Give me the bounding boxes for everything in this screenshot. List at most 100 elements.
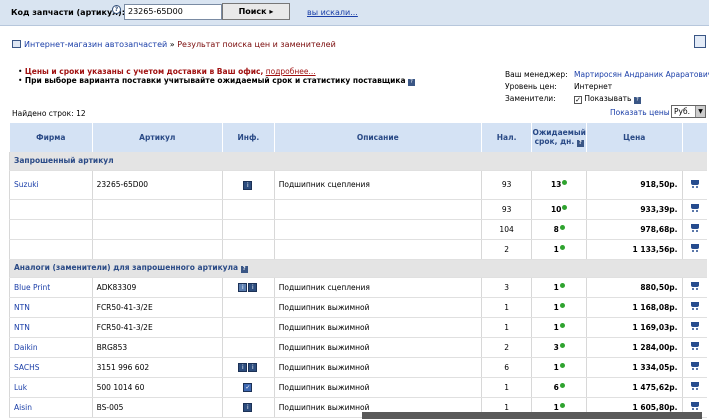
statistics-icon[interactable]: [559, 244, 565, 250]
cart-icon[interactable]: [690, 362, 700, 370]
statistics-icon[interactable]: [562, 180, 568, 185]
statistics-icon[interactable]: [559, 362, 565, 368]
description-cell: [273, 219, 482, 240]
term-cell: 10: [531, 199, 587, 220]
cart-icon[interactable]: [690, 302, 700, 310]
page-help-icon[interactable]: [694, 35, 706, 48]
cart-icon[interactable]: [690, 402, 700, 410]
currency-label: Показать цены в: [610, 108, 677, 117]
col-term[interactable]: Ожидаемый срок, дн. ?: [531, 123, 587, 152]
price-cell: 978,68р.: [585, 219, 683, 240]
article-value: BRG853: [96, 342, 128, 352]
cart-cell[interactable]: [681, 219, 707, 240]
firm-cell[interactable]: [9, 199, 93, 220]
cart-cell[interactable]: [681, 170, 707, 200]
price-value: 880,50р.: [640, 282, 678, 292]
table-row: 93 10 933,39р.: [9, 199, 707, 220]
statistics-icon[interactable]: [562, 204, 568, 210]
search-input[interactable]: 23265-65D00: [124, 4, 222, 20]
firm-cell[interactable]: NTN: [9, 297, 93, 318]
delivery-note: Цены и сроки указаны с учетом доставки в…: [24, 67, 264, 76]
description-cell: Подшипник выжимной: [273, 357, 482, 378]
search-label: Код запчасти (артикул):: [11, 8, 125, 17]
searched-link[interactable]: вы искали...: [307, 8, 358, 17]
cart-icon[interactable]: [690, 224, 700, 232]
firm-cell[interactable]: SACHS: [9, 357, 93, 378]
statistics-icon[interactable]: [559, 382, 565, 388]
firm-cell[interactable]: Blue Print: [9, 277, 93, 298]
firm-cell[interactable]: Aisin: [9, 397, 93, 418]
cart-cell[interactable]: [681, 277, 707, 298]
help-icon[interactable]: ?: [407, 79, 415, 86]
cart-icon[interactable]: [690, 204, 700, 212]
price-cell: 1 133,56р.: [585, 239, 683, 260]
statistics-icon[interactable]: [559, 342, 565, 348]
info-icon[interactable]: i: [248, 363, 258, 372]
info-icon[interactable]: i: [243, 403, 253, 412]
article-value: 3151 996 602: [96, 362, 150, 372]
section-row: Запрошенный артикул: [9, 152, 707, 171]
photo-icon[interactable]: i: [238, 283, 248, 292]
breadcrumb: Интернет-магазин автозапчастей » Результ…: [12, 40, 336, 49]
statistics-icon[interactable]: [559, 282, 565, 288]
currency-select[interactable]: Руб. ▼: [671, 105, 706, 118]
statistics-icon[interactable]: [559, 302, 565, 308]
section-title: Аналоги (заменители) для запрошенного ар…: [9, 259, 707, 278]
show-substitutes-checkbox[interactable]: ✓: [574, 96, 582, 104]
col-price[interactable]: Цена: [585, 123, 683, 152]
cart-cell[interactable]: [681, 199, 707, 220]
term-cell: 6: [531, 377, 587, 398]
cart-cell[interactable]: [681, 357, 707, 378]
cart-cell[interactable]: [681, 337, 707, 358]
cart-icon[interactable]: [690, 322, 700, 330]
price-value: 1 169,03р.: [632, 322, 678, 332]
firm-cell[interactable]: [9, 219, 93, 240]
table-row: Daikin BRG853 Подшипник выжимной 2 3 1 284,00…: [9, 337, 707, 358]
availability-value: 3: [504, 282, 509, 292]
availability-cell: 1: [480, 297, 532, 318]
help-icon[interactable]: ?: [112, 5, 121, 14]
cart-cell[interactable]: [681, 317, 707, 338]
firm-cell[interactable]: NTN: [9, 317, 93, 338]
statistics-icon[interactable]: [559, 402, 565, 408]
price-cell: 1 334,05р.: [585, 357, 683, 378]
help-icon[interactable]: ?: [633, 97, 641, 104]
cart-cell[interactable]: [681, 377, 707, 398]
availability-cell: 3: [480, 277, 532, 298]
firm-cell[interactable]: [9, 239, 93, 260]
availability-cell: 6: [480, 357, 532, 378]
cart-icon[interactable]: [690, 342, 700, 350]
info-icon[interactable]: i: [243, 180, 253, 190]
col-description[interactable]: Описание: [273, 123, 482, 152]
breadcrumb-root-link[interactable]: Интернет-магазин автозапчастей: [24, 40, 167, 49]
help-icon[interactable]: ?: [240, 266, 248, 273]
article-value: 23265-65D00: [96, 180, 149, 189]
search-bar: Код запчасти (артикул): ? 23265-65D00 По…: [0, 0, 709, 26]
col-availability[interactable]: Нал.: [480, 123, 532, 152]
cart-icon[interactable]: [690, 244, 700, 252]
info-icon[interactable]: i: [248, 283, 258, 292]
statistics-icon[interactable]: [559, 224, 565, 230]
statistics-icon[interactable]: [559, 322, 565, 328]
availability-cell: 104: [480, 219, 532, 240]
col-article[interactable]: Артикул: [91, 123, 223, 152]
article-value: BS-005: [96, 402, 124, 412]
checked-icon[interactable]: ✓: [243, 383, 253, 392]
cart-icon[interactable]: [690, 282, 700, 290]
details-link[interactable]: подробнее...: [266, 67, 316, 76]
term-value: 6: [553, 382, 559, 392]
availability-cell: 93: [480, 199, 532, 220]
cart-icon[interactable]: [690, 382, 700, 390]
firm-cell[interactable]: Suzuki: [9, 170, 93, 200]
info-icon[interactable]: i: [238, 363, 248, 372]
cart-cell[interactable]: [681, 297, 707, 318]
term-value: 1: [553, 302, 559, 312]
firm-cell[interactable]: Luk: [9, 377, 93, 398]
search-button[interactable]: Поиск ▸: [222, 3, 290, 20]
cart-cell[interactable]: [681, 239, 707, 260]
col-firm[interactable]: Фирма: [9, 123, 93, 152]
cart-icon[interactable]: [690, 179, 700, 188]
term-value: 1: [553, 402, 559, 412]
firm-cell[interactable]: Daikin: [9, 337, 93, 358]
help-icon[interactable]: ?: [576, 140, 584, 147]
